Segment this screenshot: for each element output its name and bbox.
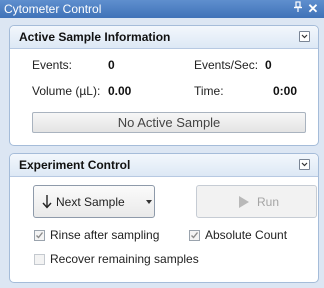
events-value: 0 — [108, 58, 115, 72]
events-per-sec-value: 0 — [265, 58, 272, 72]
active-sample-header: Active Sample Information — [10, 26, 318, 49]
rinse-label: Rinse after sampling — [50, 228, 160, 242]
down-arrow-icon — [42, 194, 52, 212]
active-sample-title: Active Sample Information — [19, 30, 171, 44]
collapse-icon[interactable] — [299, 31, 310, 42]
next-sample-label: Next Sample — [56, 195, 125, 209]
collapse-icon[interactable] — [299, 159, 310, 170]
run-button[interactable]: Run — [196, 185, 317, 218]
play-icon — [239, 196, 249, 208]
absolute-count-label: Absolute Count — [205, 228, 288, 242]
recover-samples-checkbox[interactable] — [34, 254, 45, 265]
window-title: Cytometer Control — [4, 2, 102, 16]
run-label: Run — [257, 195, 280, 209]
events-label: Events: — [32, 58, 73, 72]
pin-glyph — [294, 1, 302, 12]
next-sample-button[interactable]: Next Sample — [33, 185, 155, 218]
chevron-down-icon[interactable] — [146, 200, 152, 204]
time-label: Time: — [194, 84, 224, 98]
volume-value: 0.00 — [108, 84, 132, 98]
active-sample-status-button[interactable]: No Active Sample — [32, 112, 306, 133]
pin-icon[interactable] — [291, 1, 305, 17]
rinse-checkbox[interactable] — [34, 230, 45, 241]
experiment-control-title: Experiment Control — [19, 158, 131, 172]
events-per-sec-label: Events/Sec: — [194, 58, 259, 72]
absolute-count-checkbox[interactable] — [189, 230, 200, 241]
recover-samples-label: Recover remaining samples — [50, 252, 199, 266]
experiment-control-header: Experiment Control — [10, 154, 318, 177]
experiment-control-panel: Experiment Control Next Sample Run Rinse… — [9, 153, 319, 283]
close-icon[interactable]: ✕ — [306, 1, 320, 17]
volume-label: Volume (µL): — [32, 84, 101, 98]
active-sample-panel: Active Sample Information Events: 0 Even… — [9, 25, 319, 146]
window-titlebar: Cytometer Control ✕ — [0, 0, 324, 18]
time-value: 0:00 — [273, 84, 298, 98]
control-body: Active Sample Information Events: 0 Even… — [0, 18, 324, 288]
